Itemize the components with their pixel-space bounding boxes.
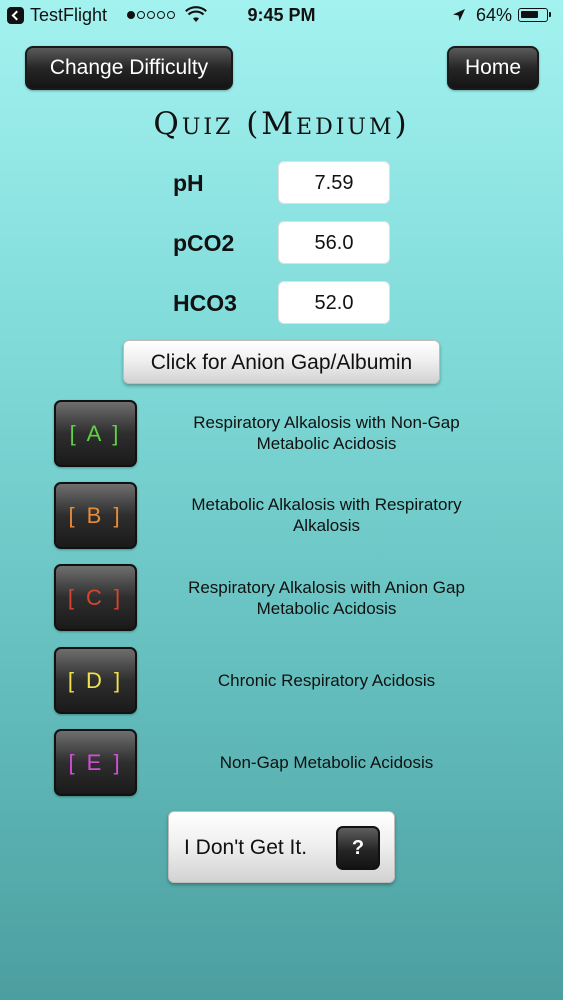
option-a-text: Respiratory Alkalosis with Non-Gap Metab… <box>193 413 460 453</box>
anion-gap-albumin-button[interactable]: Click for Anion Gap/Albumin <box>123 340 440 384</box>
page-title: Quiz (Medium) <box>153 106 410 142</box>
ph-value: 7.59 <box>278 161 390 204</box>
status-bar: TestFlight 9:45 PM 64% <box>0 0 563 32</box>
battery-percent: 64% <box>476 5 513 25</box>
option-e-button[interactable]: [ E ] <box>54 729 137 796</box>
pco2-value: 56.0 <box>278 221 390 264</box>
home-button[interactable]: Home <box>447 46 539 90</box>
location-arrow-icon <box>453 9 465 21</box>
hco3-value: 52.0 <box>278 281 390 324</box>
ph-label: pH <box>173 170 204 196</box>
option-c-text: Respiratory Alkalosis with Anion Gap Met… <box>188 578 465 618</box>
option-b-button[interactable]: [ B ] <box>54 482 137 549</box>
option-d-text: Chronic Respiratory Acidosis <box>217 671 436 690</box>
change-difficulty-button[interactable]: Change Difficulty <box>25 46 233 90</box>
battery-icon <box>518 8 551 22</box>
option-d-button[interactable]: [ D ] <box>54 647 137 714</box>
dont-get-it-button[interactable]: I Don't Get It. ? <box>168 811 395 883</box>
option-c-button[interactable]: [ C ] <box>54 564 137 631</box>
hco3-label: HCO3 <box>173 290 237 316</box>
dont-get-it-label: I Don't Get It. <box>184 836 308 859</box>
option-a-button[interactable]: [ A ] <box>54 400 137 467</box>
pco2-label: pCO2 <box>173 230 235 256</box>
option-e-text: Non-Gap Metabolic Acidosis <box>219 753 434 772</box>
option-b-text: Metabolic Alkalosis with Respiratory Alk… <box>191 495 462 535</box>
question-mark-icon[interactable]: ? <box>336 826 380 870</box>
